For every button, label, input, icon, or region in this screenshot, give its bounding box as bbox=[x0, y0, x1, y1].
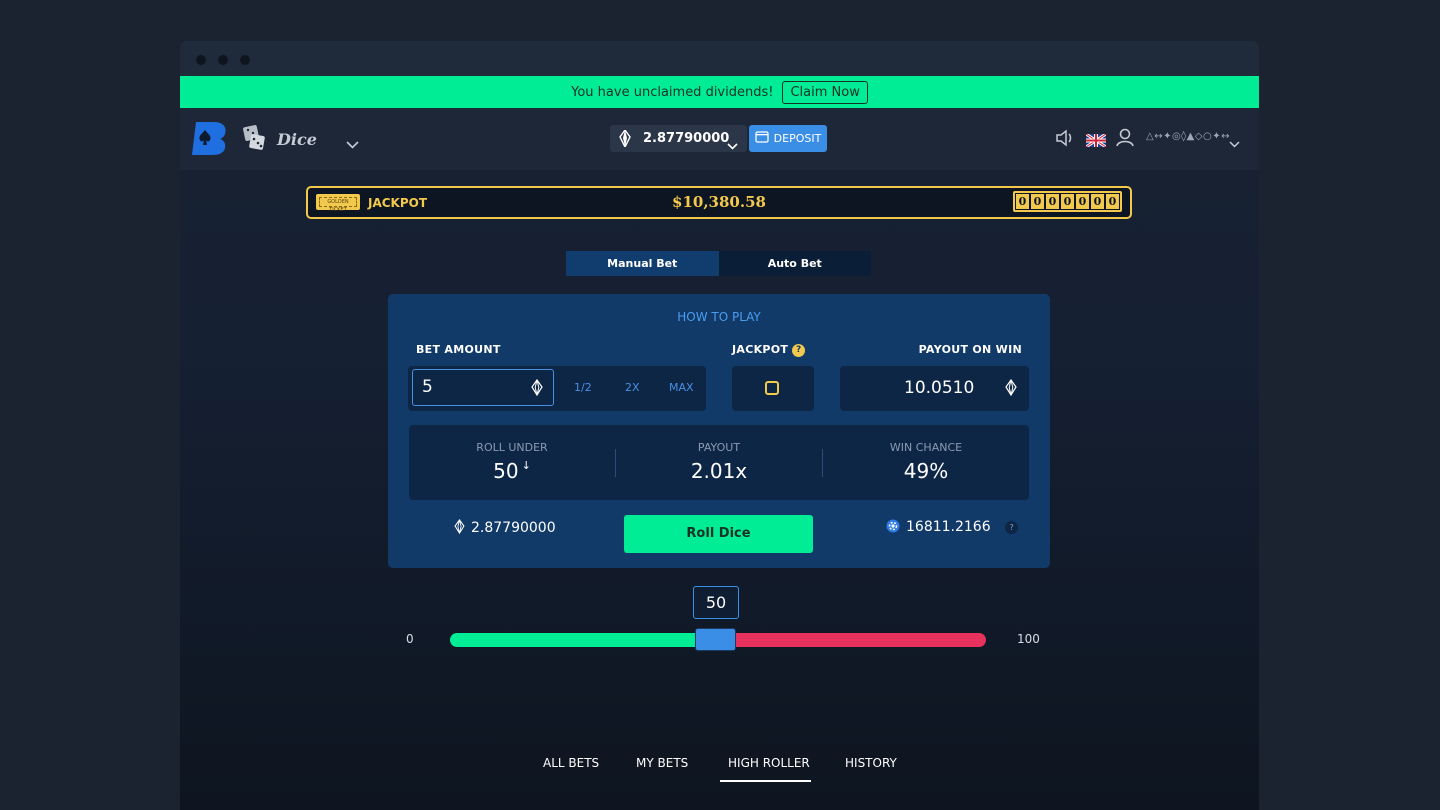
jackpot-digits: 0 0 0 0 0 0 0 bbox=[1013, 191, 1122, 212]
window-close-dot[interactable] bbox=[196, 55, 206, 65]
username-label[interactable]: △⁠↔⁠✦⁠◎⁠◊⁠▲⁠◇⁠○⁠✦⁠↔ bbox=[1146, 131, 1230, 142]
jackpot-digit: 0 bbox=[1076, 194, 1089, 209]
slider-max-label: 100 bbox=[1017, 632, 1040, 646]
jackpot-option-label: JACKPOT? bbox=[732, 343, 806, 357]
payout-value: 2.01x bbox=[690, 459, 748, 483]
wallet-icon bbox=[755, 131, 769, 146]
dice-icon bbox=[242, 124, 266, 156]
roll-stats: ROLL UNDER 50 ↓ PAYOUT 2.01x WIN CHANCE 4… bbox=[409, 425, 1029, 500]
slider-handle[interactable] bbox=[695, 628, 736, 651]
half-bet-button[interactable]: 1/2 bbox=[574, 381, 592, 394]
payout-on-win-label: PAYOUT ON WIN bbox=[918, 343, 1022, 356]
tab-high-roller[interactable]: HIGH ROLLER bbox=[728, 756, 810, 770]
slider-min-label: 0 bbox=[406, 632, 414, 646]
tab-my-bets[interactable]: MY BETS bbox=[636, 756, 688, 770]
roll-under-stat[interactable]: ROLL UNDER 50 ↓ bbox=[409, 425, 615, 500]
eos-token-icon bbox=[454, 518, 465, 538]
token-balance: 16811.2166 ? bbox=[886, 519, 1019, 537]
eos-token-icon bbox=[619, 128, 631, 151]
dividends-message: You have unclaimed dividends! bbox=[571, 84, 774, 100]
tab-auto-bet[interactable]: Auto Bet bbox=[718, 251, 871, 276]
speaker-icon[interactable] bbox=[1055, 129, 1075, 151]
tab-history[interactable]: HISTORY bbox=[845, 756, 897, 770]
eos-token-icon bbox=[531, 378, 543, 400]
payout-stat: PAYOUT 2.01x bbox=[616, 425, 822, 500]
user-icon[interactable] bbox=[1116, 128, 1134, 151]
payout-on-win-field: 10.0510 bbox=[840, 366, 1029, 411]
lose-range-track[interactable] bbox=[716, 633, 986, 647]
jackpot-digit: 0 bbox=[1106, 194, 1119, 209]
site-logo[interactable] bbox=[192, 120, 228, 160]
window-maximize-dot[interactable] bbox=[240, 55, 250, 65]
jackpot-digit: 0 bbox=[1091, 194, 1104, 209]
chevron-down-icon bbox=[727, 135, 738, 154]
win-range-track[interactable] bbox=[450, 633, 716, 647]
eos-token-icon bbox=[1005, 378, 1017, 400]
bet-mode-tabs: Manual Bet Auto Bet bbox=[566, 251, 871, 276]
slider-value-display[interactable]: 50 bbox=[693, 586, 739, 619]
bet-amount-label: BET AMOUNT bbox=[416, 343, 501, 356]
arrow-down-icon: ↓ bbox=[521, 459, 531, 472]
jackpot-bar: GOLDEN TICKET JACKPOT $10,380.58 0 0 0 0… bbox=[306, 186, 1132, 219]
game-title: Dice bbox=[277, 130, 317, 149]
jackpot-amount: $10,380.58 bbox=[672, 193, 766, 211]
header-balance: 2.87790000 bbox=[643, 131, 730, 146]
win-chance-stat: WIN CHANCE 49% bbox=[823, 425, 1029, 500]
how-to-play-link[interactable]: HOW TO PLAY bbox=[388, 310, 1050, 324]
chip-token-icon bbox=[886, 519, 900, 537]
roll-under-label: ROLL UNDER bbox=[476, 441, 548, 454]
payout-label: PAYOUT bbox=[697, 441, 741, 454]
win-chance-value: 49% bbox=[903, 459, 949, 483]
jackpot-checkbox[interactable] bbox=[765, 381, 779, 395]
active-tab-indicator bbox=[720, 780, 811, 782]
roll-under-value: 50 ↓ bbox=[493, 459, 531, 483]
jackpot-digit: 0 bbox=[1016, 194, 1029, 209]
window-titlebar bbox=[180, 41, 1259, 76]
jackpot-digit: 0 bbox=[1061, 194, 1074, 209]
dividends-banner: You have unclaimed dividends! Claim Now bbox=[180, 76, 1259, 108]
bet-amount-group: 5 1/2 2X MAX bbox=[408, 366, 706, 411]
jackpot-checkbox-group bbox=[732, 366, 814, 411]
double-bet-button[interactable]: 2X bbox=[625, 381, 640, 394]
top-header: Dice 2.87790000 DEPOSIT bbox=[180, 108, 1259, 170]
chevron-down-icon[interactable] bbox=[346, 134, 359, 153]
help-icon[interactable]: ? bbox=[1005, 520, 1019, 534]
jackpot-digit: 0 bbox=[1031, 194, 1044, 209]
deposit-label: DEPOSIT bbox=[773, 132, 822, 145]
claim-now-button[interactable]: Claim Now bbox=[782, 80, 868, 104]
panel-balance: 2.87790000 bbox=[454, 518, 556, 538]
jackpot-digit: 0 bbox=[1046, 194, 1059, 209]
payout-on-win-value: 10.0510 bbox=[904, 378, 975, 398]
browser-window: You have unclaimed dividends! Claim Now … bbox=[180, 41, 1259, 810]
roll-dice-button[interactable]: Roll Dice bbox=[624, 515, 813, 553]
balance-selector[interactable]: 2.87790000 bbox=[610, 125, 747, 152]
deposit-button[interactable]: DEPOSIT bbox=[749, 125, 827, 152]
chevron-down-icon[interactable] bbox=[1229, 133, 1240, 152]
max-bet-button[interactable]: MAX bbox=[669, 381, 694, 394]
tab-all-bets[interactable]: ALL BETS bbox=[543, 756, 599, 770]
win-chance-label: WIN CHANCE bbox=[889, 441, 963, 454]
uk-flag-icon[interactable] bbox=[1085, 132, 1107, 151]
bet-panel: HOW TO PLAY BET AMOUNT JACKPOT? PAYOUT O… bbox=[388, 294, 1050, 568]
help-icon[interactable]: ? bbox=[792, 343, 806, 357]
tab-manual-bet[interactable]: Manual Bet bbox=[566, 251, 719, 276]
window-minimize-dot[interactable] bbox=[218, 55, 228, 65]
